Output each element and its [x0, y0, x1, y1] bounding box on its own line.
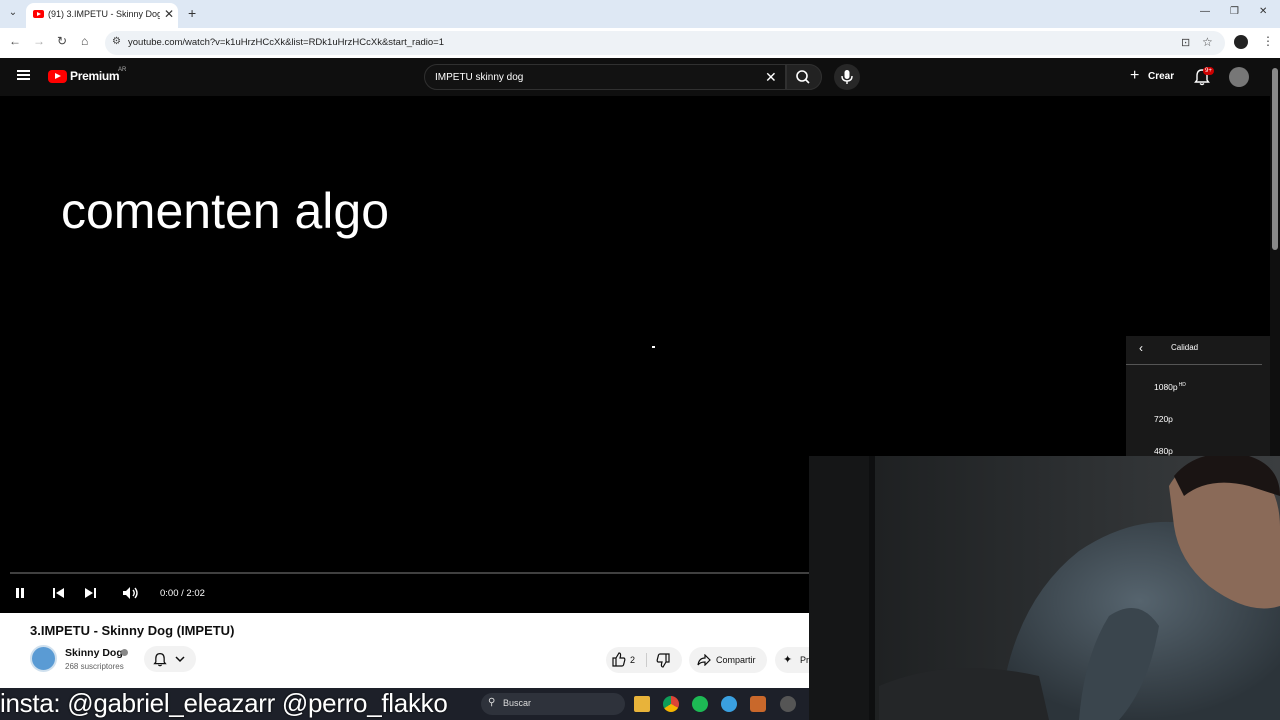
back-icon[interactable]: ← [9, 34, 21, 48]
quality-settings-menu: ‹ Calidad 1080pHD 720p 480p [1126, 336, 1270, 466]
share-label: Compartir [716, 655, 756, 665]
chrome-icon[interactable] [663, 696, 679, 712]
url-text: youtube.com/watch?v=k1uHrzHCcXk&list=RDk… [128, 37, 444, 48]
thumbs-up-icon[interactable] [612, 652, 626, 667]
tab-search-icon[interactable]: ⌄ [5, 5, 21, 21]
search-icon: ⚲ [488, 697, 496, 708]
youtube-header: Premium AR IMPETU skinny dog ✕ + Crear 9… [0, 58, 1270, 96]
channel-avatar[interactable] [30, 645, 57, 672]
microphone-icon [841, 70, 853, 84]
search-icon [796, 70, 810, 84]
bookmark-star-icon[interactable]: ☆ [1202, 35, 1213, 49]
notification-badge: 9+ [1203, 67, 1214, 75]
search-value: IMPETU skinny dog [435, 72, 524, 83]
tab-title: (91) 3.IMPETU - Skinny Dog (IMPETU) [48, 9, 160, 19]
reload-icon[interactable]: ↻ [57, 34, 67, 48]
restore-icon[interactable]: ❐ [1230, 6, 1239, 17]
create-button[interactable]: + Crear [1126, 66, 1182, 88]
site-info-icon[interactable]: ⚙ [112, 36, 121, 47]
bell-icon [153, 653, 167, 667]
quality-option-480p[interactable]: 480p [1154, 446, 1173, 456]
more-menu-icon[interactable]: ⋮ [1262, 34, 1274, 48]
tab-strip: ⌄ (91) 3.IMPETU - Skinny Dog (IMPETU) ✕ … [0, 0, 1280, 28]
search-input[interactable]: IMPETU skinny dog ✕ [424, 64, 786, 90]
subscriber-count: 268 suscriptores [65, 662, 124, 671]
cortana-icon[interactable] [721, 696, 737, 712]
quality-menu-title: Calidad [1171, 343, 1199, 352]
remix-button[interactable]: ✦ Pr [775, 647, 809, 673]
active-tab[interactable]: (91) 3.IMPETU - Skinny Dog (IMPETU) ✕ [26, 3, 178, 28]
volume-icon[interactable] [122, 586, 140, 600]
scrollbar-thumb[interactable] [1272, 68, 1278, 250]
video-caption-text: comenten algo [61, 183, 390, 239]
tab-close-icon[interactable]: ✕ [164, 7, 174, 21]
webcam-overlay [809, 456, 1280, 720]
hd-badge: HD [1178, 382, 1186, 389]
region-code: AR [118, 67, 127, 73]
taskbar-search-label: Buscar [503, 698, 532, 708]
quality-label: 1080p [1154, 382, 1178, 392]
time-display: 0:00 / 2:02 [160, 588, 205, 599]
profile-avatar[interactable] [1234, 35, 1248, 49]
new-tab-icon[interactable]: + [188, 5, 196, 21]
share-icon [697, 654, 711, 666]
install-app-icon[interactable]: ⊡ [1181, 36, 1190, 49]
account-avatar[interactable] [1229, 67, 1249, 87]
remix-label: Pr [800, 655, 809, 665]
quality-option-1080p[interactable]: 1080pHD [1154, 382, 1186, 392]
chevron-down-icon [175, 656, 185, 663]
subscription-bell-button[interactable] [144, 646, 196, 672]
verified-badge-icon [121, 649, 128, 656]
close-window-icon[interactable]: ✕ [1259, 6, 1267, 17]
divider [646, 653, 647, 667]
app-icon[interactable] [750, 696, 766, 712]
previous-icon[interactable] [52, 587, 65, 599]
mouse-cursor [652, 346, 655, 348]
search-button[interactable] [786, 64, 822, 90]
like-count: 2 [630, 655, 636, 665]
share-button[interactable]: Compartir [689, 647, 767, 673]
youtube-logo-icon[interactable] [48, 70, 67, 83]
address-bar[interactable]: ⚙ youtube.com/watch?v=k1uHrzHCcXk&list=R… [105, 31, 1225, 55]
like-dislike-group: 2 [606, 647, 682, 673]
home-icon[interactable]: ⌂ [81, 34, 88, 48]
back-chevron-icon[interactable]: ‹ [1139, 341, 1143, 355]
channel-name[interactable]: Skinny Dog [65, 647, 123, 659]
menu-icon[interactable] [17, 70, 30, 80]
minimize-icon[interactable]: — [1200, 6, 1210, 17]
voice-search-button[interactable] [834, 64, 860, 90]
next-icon[interactable] [84, 587, 97, 599]
spotify-icon[interactable] [692, 696, 708, 712]
premium-logo-text[interactable]: Premium [70, 69, 120, 83]
settings-icon[interactable] [780, 696, 796, 712]
plus-icon: + [1130, 67, 1140, 84]
taskbar-search[interactable]: ⚲ Buscar [481, 693, 625, 715]
browser-toolbar: ← → ↻ ⌂ ⚙ youtube.com/watch?v=k1uHrzHCcX… [0, 28, 1280, 58]
webcam-feed-image [809, 456, 1280, 720]
youtube-favicon-icon [33, 10, 44, 18]
file-explorer-icon[interactable] [634, 696, 650, 712]
clear-search-icon[interactable]: ✕ [765, 69, 777, 86]
forward-icon[interactable]: → [33, 34, 45, 48]
sparkle-icon: ✦ [783, 654, 793, 666]
divider [1126, 364, 1262, 365]
quality-option-720p[interactable]: 720p [1154, 414, 1173, 424]
thumbs-down-icon[interactable] [656, 653, 670, 668]
stream-overlay-text: insta: @gabriel_eleazarr @perro_flakko [0, 688, 448, 718]
pause-icon[interactable] [14, 587, 26, 599]
video-title: 3.IMPETU - Skinny Dog (IMPETU) [30, 623, 235, 638]
create-label: Crear [1148, 71, 1175, 82]
